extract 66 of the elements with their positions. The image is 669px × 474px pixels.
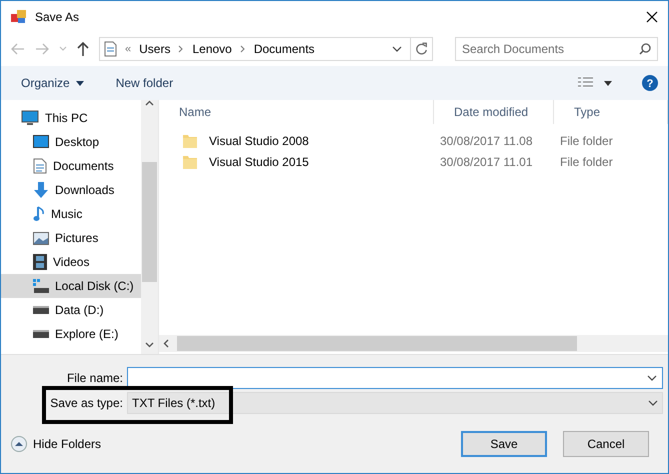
picture-icon (33, 232, 49, 244)
collapse-icon (11, 436, 27, 452)
breadcrumb[interactable]: Lenovo (192, 42, 232, 56)
sidebar-item[interactable]: Desktop (1, 130, 141, 154)
scroll-down-icon[interactable] (145, 342, 154, 348)
sidebar-item[interactable]: This PC (1, 106, 141, 130)
sidebar-item[interactable]: Documents (1, 154, 141, 178)
document-icon (33, 158, 47, 174)
caret-icon (76, 80, 84, 86)
column-header[interactable]: Name (159, 100, 434, 124)
sidebar-item[interactable]: Downloads (1, 178, 141, 202)
date-cell-text: 30/08/2017 11.01 (439, 154, 534, 168)
window-title: Save As (35, 10, 80, 24)
computer-icon (21, 110, 39, 126)
type-cell-text: File folder (559, 134, 614, 148)
chevron-right-icon (178, 45, 184, 53)
address-bar[interactable]: « Users Lenovo Documents (99, 37, 433, 61)
search-field[interactable]: Search Documents (455, 37, 658, 61)
date-cell-text: 30/08/2017 11.08 (439, 134, 534, 148)
file-name-label: File name: (66, 370, 124, 384)
overflow-chevron[interactable]: « (125, 43, 132, 55)
type-cell-text: File folder (559, 154, 614, 168)
vertical-scrollbar[interactable] (141, 100, 158, 354)
breadcrumb[interactable]: Documents (254, 42, 315, 56)
dialog-button[interactable]: Cancel (563, 431, 649, 457)
drive-icon (33, 306, 49, 314)
file-type-dropdown[interactable]: TXT Files (*.txt) (127, 392, 663, 414)
caret-icon (647, 372, 657, 382)
music-note-icon (33, 206, 45, 222)
monitor-icon (33, 135, 49, 149)
chevron-right-icon (240, 45, 246, 53)
app-icon (11, 10, 27, 24)
file-name-cell[interactable]: Visual Studio 2015 (203, 154, 309, 168)
sidebar-item[interactable]: Pictures (1, 226, 141, 250)
column-header[interactable]: Type (554, 100, 668, 124)
close-icon[interactable] (646, 10, 658, 22)
scroll-left-icon[interactable] (163, 339, 169, 348)
scroll-up-icon[interactable] (145, 100, 154, 106)
dialog-button[interactable]: Save (461, 431, 547, 457)
folder-icon (183, 134, 197, 148)
file-name-cell[interactable]: Visual Studio 2008 (203, 134, 309, 148)
drive-icon (33, 279, 49, 293)
sidebar-item[interactable]: Music (1, 202, 141, 226)
down-arrow-icon (33, 182, 49, 198)
up-arrow-icon[interactable] (77, 42, 89, 56)
film-icon (33, 254, 47, 270)
sidebar-item[interactable]: Local Disk (C:) (1, 274, 141, 298)
caret-icon (392, 44, 402, 54)
column-header[interactable]: Date modified (434, 100, 554, 124)
search-icon (639, 43, 651, 55)
folder-icon (183, 154, 197, 168)
sidebar-item[interactable]: Explore (E:) (1, 322, 141, 346)
document-icon (104, 41, 117, 57)
sidebar-item[interactable]: Data (D:) (1, 298, 141, 322)
breadcrumb[interactable]: Users (139, 42, 170, 56)
hide-folders-button[interactable]: Hide Folders (11, 436, 102, 452)
sidebar-item[interactable]: Videos (1, 250, 141, 274)
horizontal-scrollbar[interactable] (159, 335, 668, 352)
save-as-type-label: Save as type: (49, 396, 124, 410)
file-name-field[interactable] (127, 366, 663, 388)
caret-icon (648, 398, 658, 408)
drive-icon (33, 330, 49, 338)
view-options-icon[interactable] (578, 77, 614, 89)
organize-button[interactable]: Organize (19, 74, 86, 92)
new-folder-button[interactable]: New folder (114, 74, 176, 92)
help-icon[interactable]: ? (642, 75, 658, 91)
